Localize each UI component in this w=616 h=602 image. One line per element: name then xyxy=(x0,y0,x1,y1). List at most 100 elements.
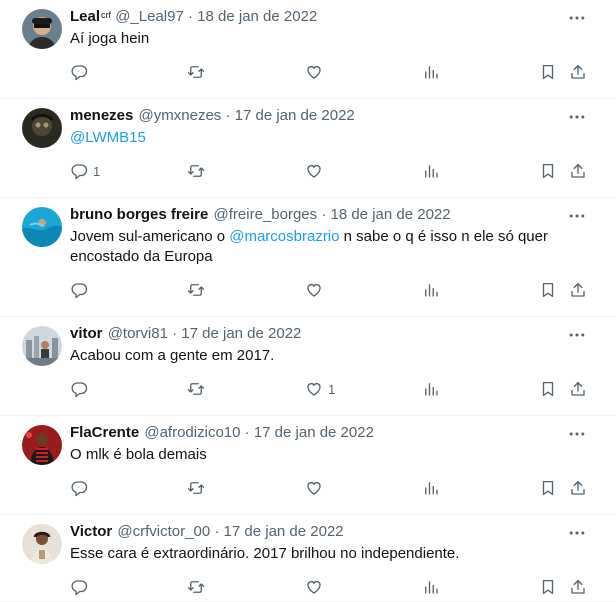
tweet-header: vitor @torvi81 · 17 de jan de 2022 xyxy=(70,324,301,344)
avatar[interactable] xyxy=(22,9,62,49)
retweet-button[interactable] xyxy=(187,378,205,400)
tweet-header: Victor @crfvictor_00 · 17 de jan de 2022 xyxy=(70,522,344,542)
author-name[interactable]: menezes xyxy=(70,107,134,124)
bookmark-button[interactable] xyxy=(539,576,557,598)
author-name[interactable]: Victor xyxy=(70,523,113,540)
reply-icon xyxy=(71,65,88,81)
tweet-header: FlaCrente @afrodizico10 · 17 de jan de 2… xyxy=(70,423,374,443)
avatar[interactable] xyxy=(22,108,62,148)
retweet-button[interactable] xyxy=(187,576,205,598)
tweet-date[interactable]: 17 de jan de 2022 xyxy=(254,424,374,441)
tweet[interactable]: bruno borges freire @freire_borges · 18 … xyxy=(0,198,616,317)
author-name[interactable]: vitor xyxy=(70,325,104,342)
retweet-icon xyxy=(187,383,205,395)
tweet-text: @LWMB15 xyxy=(70,128,570,148)
author-handle[interactable]: @freire_borges xyxy=(214,206,318,223)
tweet[interactable]: menezes @ymxnezes · 17 de jan de 2022 @L… xyxy=(0,99,616,198)
like-button[interactable] xyxy=(305,279,328,301)
bookmark-button[interactable] xyxy=(539,477,557,499)
more-icon xyxy=(569,432,585,436)
tweet[interactable]: Lealcrf @_Leal97 · 18 de jan de 2022 Aí … xyxy=(0,0,616,99)
mention-link[interactable]: @marcosbrazrio xyxy=(229,228,339,245)
more-icon xyxy=(569,16,585,20)
author-name[interactable]: FlaCrente xyxy=(70,424,140,441)
views-icon xyxy=(425,383,438,396)
mention-link[interactable]: @LWMB15 xyxy=(70,129,146,146)
retweet-button[interactable] xyxy=(187,279,205,301)
reply-button[interactable] xyxy=(70,61,93,83)
share-icon xyxy=(571,282,585,297)
views-button[interactable] xyxy=(422,576,440,598)
tweet[interactable]: Victor @crfvictor_00 · 17 de jan de 2022… xyxy=(0,515,616,602)
separator-dot: · xyxy=(321,206,327,223)
like-icon xyxy=(307,383,321,396)
share-button[interactable] xyxy=(569,576,587,598)
avatar[interactable] xyxy=(22,524,62,564)
views-button[interactable] xyxy=(422,378,440,400)
author-name[interactable]: bruno borges freire xyxy=(70,206,209,223)
retweet-button[interactable] xyxy=(187,160,205,182)
bookmark-button[interactable] xyxy=(539,279,557,301)
tweet-text: Aí joga hein xyxy=(70,29,570,49)
author-handle[interactable]: @crfvictor_00 xyxy=(117,523,210,540)
author-handle[interactable]: @_Leal97 xyxy=(115,8,184,25)
tweet-date[interactable]: 17 de jan de 2022 xyxy=(181,325,301,342)
like-button[interactable] xyxy=(305,61,328,83)
retweet-button[interactable] xyxy=(187,61,205,83)
tweet[interactable]: vitor @torvi81 · 17 de jan de 2022 Acabo… xyxy=(0,317,616,416)
more-button[interactable] xyxy=(566,325,588,345)
bookmark-button[interactable] xyxy=(539,61,557,83)
text-segment: Acabou com a gente em 2017. xyxy=(70,347,275,364)
views-button[interactable] xyxy=(422,477,440,499)
more-button[interactable] xyxy=(566,107,588,127)
share-button[interactable] xyxy=(569,477,587,499)
more-button[interactable] xyxy=(566,424,588,444)
views-button[interactable] xyxy=(422,160,440,182)
tweet[interactable]: FlaCrente @afrodizico10 · 17 de jan de 2… xyxy=(0,416,616,515)
like-button[interactable]: 1 xyxy=(305,378,335,400)
views-icon xyxy=(425,581,438,594)
like-icon xyxy=(307,581,321,594)
avatar[interactable] xyxy=(22,207,62,247)
like-button[interactable] xyxy=(305,576,328,598)
author-handle[interactable]: @afrodizico10 xyxy=(144,424,240,441)
retweet-button[interactable] xyxy=(187,477,205,499)
reply-button[interactable] xyxy=(70,576,93,598)
author-badge: crf xyxy=(101,10,112,20)
bookmark-icon xyxy=(542,64,554,80)
like-button[interactable] xyxy=(305,477,328,499)
reply-button[interactable] xyxy=(70,279,93,301)
share-button[interactable] xyxy=(569,160,587,182)
avatar[interactable] xyxy=(22,326,62,366)
author-name[interactable]: Lealcrf xyxy=(70,8,111,25)
share-button[interactable] xyxy=(569,279,587,301)
tweet-header: bruno borges freire @freire_borges · 18 … xyxy=(70,205,451,225)
like-button[interactable] xyxy=(305,160,328,182)
views-icon xyxy=(425,66,438,79)
more-button[interactable] xyxy=(566,206,588,226)
views-button[interactable] xyxy=(422,61,440,83)
like-icon xyxy=(307,165,321,178)
reply-button[interactable] xyxy=(70,477,93,499)
tweet-date[interactable]: 18 de jan de 2022 xyxy=(330,206,450,223)
like-icon xyxy=(307,284,321,297)
reply-button[interactable]: 1 xyxy=(70,160,100,182)
author-handle[interactable]: @torvi81 xyxy=(108,325,168,342)
share-button[interactable] xyxy=(569,378,587,400)
text-segment: Aí joga hein xyxy=(70,30,150,47)
more-icon xyxy=(569,333,585,337)
more-button[interactable] xyxy=(566,523,588,543)
tweet-date[interactable]: 17 de jan de 2022 xyxy=(224,523,344,540)
text-segment: n sabe o q é isso n ele só quer xyxy=(339,228,548,245)
avatar[interactable] xyxy=(22,425,62,465)
tweet-date[interactable]: 17 de jan de 2022 xyxy=(235,107,355,124)
tweet-text: Esse cara é extraordinário. 2017 brilhou… xyxy=(70,544,570,564)
reply-button[interactable] xyxy=(70,378,93,400)
bookmark-button[interactable] xyxy=(539,378,557,400)
author-handle[interactable]: @ymxnezes xyxy=(139,107,222,124)
more-button[interactable] xyxy=(566,8,588,28)
bookmark-button[interactable] xyxy=(539,160,557,182)
views-button[interactable] xyxy=(422,279,440,301)
share-button[interactable] xyxy=(569,61,587,83)
tweet-date[interactable]: 18 de jan de 2022 xyxy=(197,8,317,25)
